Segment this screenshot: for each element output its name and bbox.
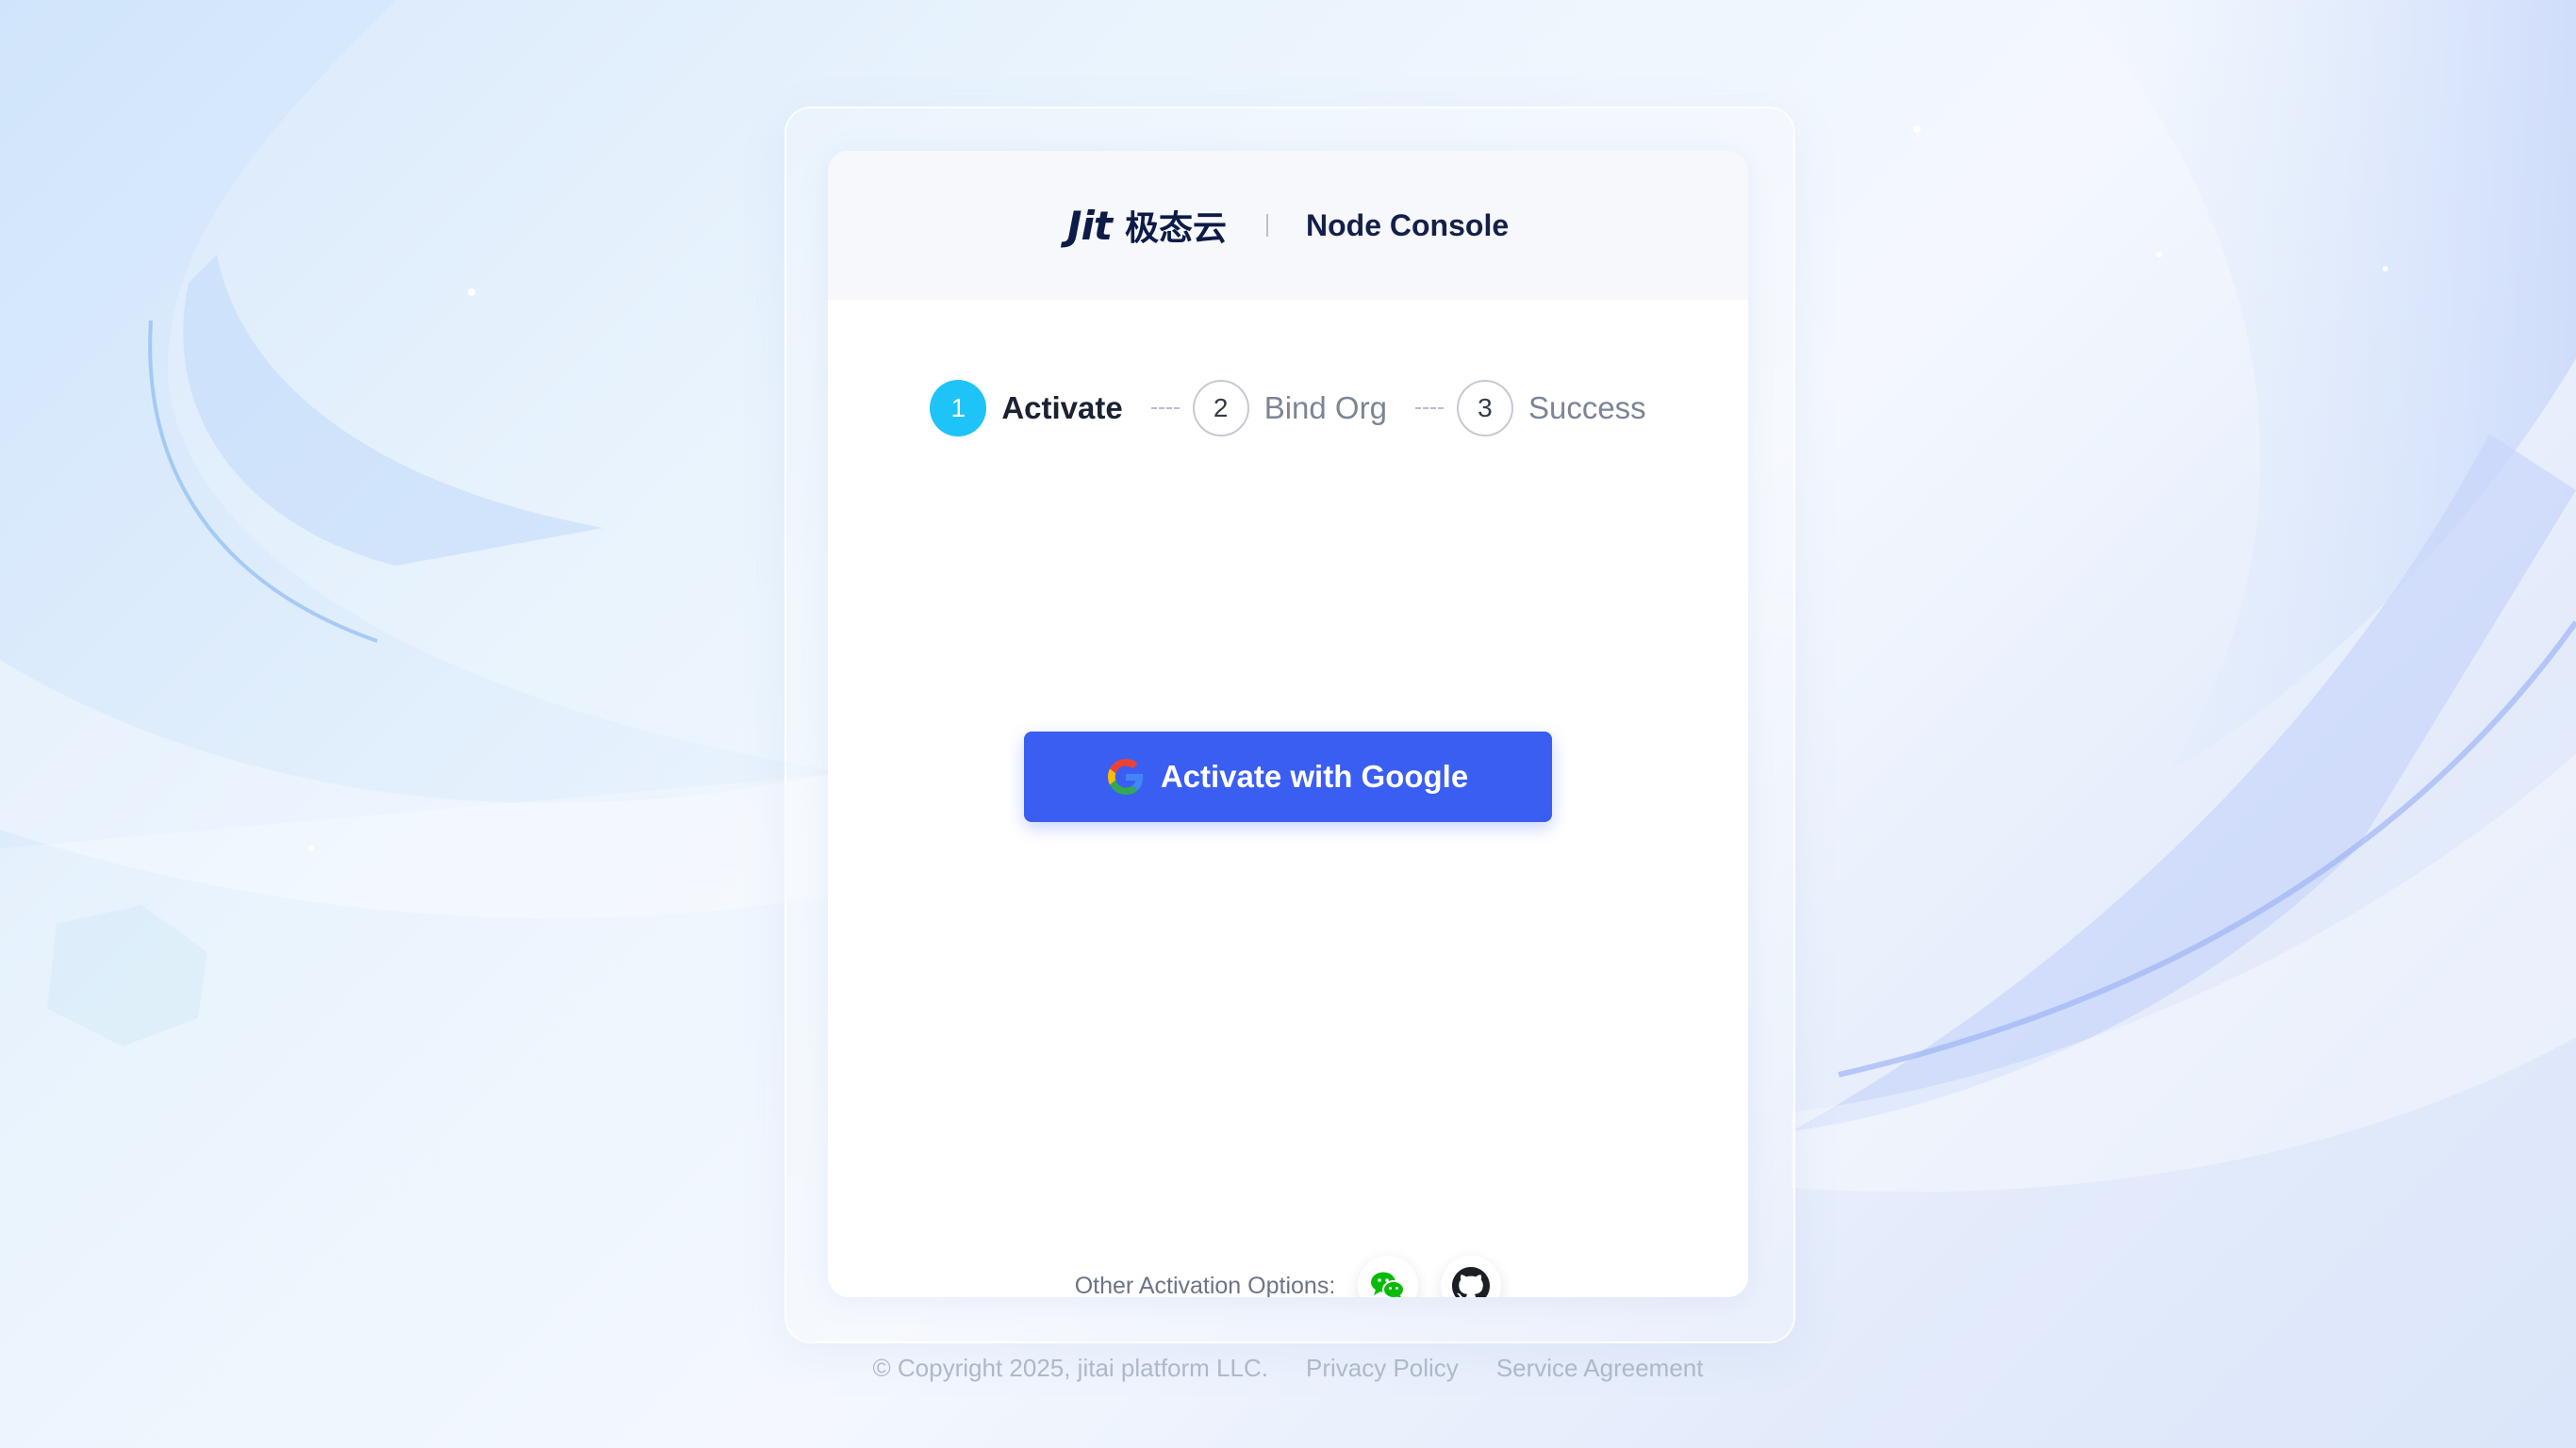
wechat-activate-button[interactable] — [1358, 1256, 1419, 1297]
step-activate: 1 Activate — [930, 380, 1123, 436]
header-divider — [1266, 214, 1268, 237]
github-icon — [1452, 1267, 1491, 1297]
step-success: 3 Success — [1456, 380, 1646, 436]
brand-logo: Jit 极态云 — [1067, 201, 1227, 250]
activation-steps: 1 Activate 2 Bind Org 3 Success — [828, 375, 1748, 441]
step-bind-org: 2 Bind Org — [1192, 380, 1387, 436]
logo-cn-text: 极态云 — [1124, 209, 1227, 248]
privacy-policy-link[interactable]: Privacy Policy — [1306, 1354, 1459, 1383]
logo-mark: Jit — [1066, 202, 1113, 249]
other-activation-options: Other Activation Options: — [828, 1256, 1748, 1297]
wechat-icon — [1371, 1272, 1406, 1297]
step-label: Success — [1527, 390, 1646, 425]
service-agreement-link[interactable]: Service Agreement — [1496, 1354, 1704, 1383]
step-label: Bind Org — [1263, 390, 1387, 425]
step-number: 3 — [1456, 380, 1513, 436]
card-header: Jit 极态云 Node Console — [828, 151, 1748, 300]
copyright-text: © Copyright 2025, jitai platform LLC. — [872, 1354, 1268, 1382]
step-connector — [1150, 407, 1180, 409]
google-icon — [1107, 759, 1144, 795]
step-number: 1 — [930, 380, 987, 436]
activate-with-google-label: Activate with Google — [1160, 759, 1469, 794]
step-connector — [1414, 407, 1444, 409]
step-label: Activate — [1001, 390, 1123, 425]
other-options-label: Other Activation Options: — [1074, 1272, 1336, 1298]
github-activate-button[interactable] — [1441, 1256, 1502, 1297]
activate-with-google-button[interactable]: Activate with Google — [1024, 732, 1552, 822]
console-title: Node Console — [1306, 207, 1510, 242]
step-number: 2 — [1192, 380, 1249, 436]
activation-card: Jit 极态云 Node Console 1 Activate 2 Bind O… — [828, 151, 1748, 1297]
page-footer: © Copyright 2025, jitai platform LLC. Pr… — [0, 1354, 2576, 1383]
